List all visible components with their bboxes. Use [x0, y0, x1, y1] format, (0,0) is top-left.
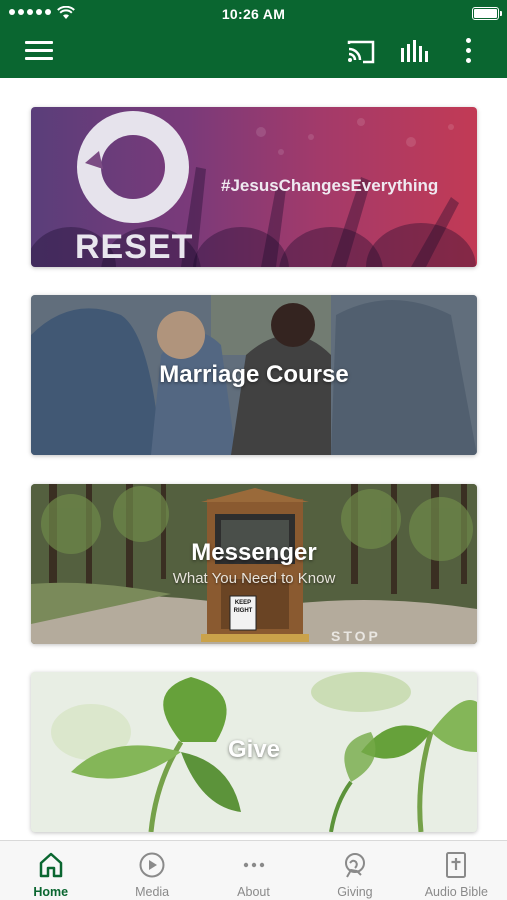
tab-home[interactable]: Home [0, 841, 101, 900]
tab-about[interactable]: About [203, 841, 304, 900]
reset-logo-icon [77, 111, 189, 223]
status-bar: 10:26 AM [0, 0, 507, 28]
app-header: 10:26 AM [0, 0, 507, 78]
bottom-tab-bar: Home Media About Giving Audio Bible [0, 840, 507, 900]
more-vertical-icon[interactable] [458, 38, 478, 68]
status-time: 10:26 AM [221, 6, 286, 22]
tab-media[interactable]: Media [101, 841, 202, 900]
tab-about-label: About [237, 885, 270, 899]
giving-hand-icon [344, 853, 365, 878]
tab-giving-label: Giving [337, 885, 373, 899]
equalizer-bars-icon[interactable] [398, 38, 430, 66]
give-card[interactable]: Give [31, 672, 477, 832]
cast-icon[interactable] [345, 38, 377, 66]
tab-audio-bible[interactable]: Audio Bible [406, 841, 507, 900]
tab-giving[interactable]: Giving [304, 841, 405, 900]
road-stop-marking: STOP [331, 628, 381, 644]
home-feed: RESET #JesusChangesEverything Marriage C… [0, 78, 507, 840]
tab-home-label: Home [33, 885, 69, 899]
app-toolbar [0, 28, 507, 78]
reset-card[interactable]: RESET #JesusChangesEverything [31, 107, 477, 267]
messenger-title: Messenger [191, 539, 317, 566]
messenger-card[interactable]: Messenger What You Need to Know KEEP RIG… [31, 484, 477, 644]
marriage-course-card[interactable]: Marriage Course [31, 295, 477, 455]
tab-audio-bible-label: Audio Bible [424, 885, 488, 899]
bible-icon [446, 852, 467, 878]
play-circle-icon [139, 852, 165, 878]
battery-icon [472, 7, 502, 20]
marriage-course-title: Marriage Course [159, 361, 349, 388]
reset-hashtag: #JesusChangesEverything [221, 176, 439, 195]
tab-media-label: Media [135, 885, 170, 899]
home-icon [39, 852, 62, 878]
give-title: Give [227, 736, 281, 763]
messenger-subtitle: What You Need to Know [172, 570, 336, 587]
keep-right-sign: KEEP RIGHT [233, 600, 253, 614]
hamburger-menu-icon[interactable] [25, 41, 53, 63]
more-horizontal-icon [243, 862, 264, 868]
reset-logo-text: RESET [75, 228, 194, 266]
